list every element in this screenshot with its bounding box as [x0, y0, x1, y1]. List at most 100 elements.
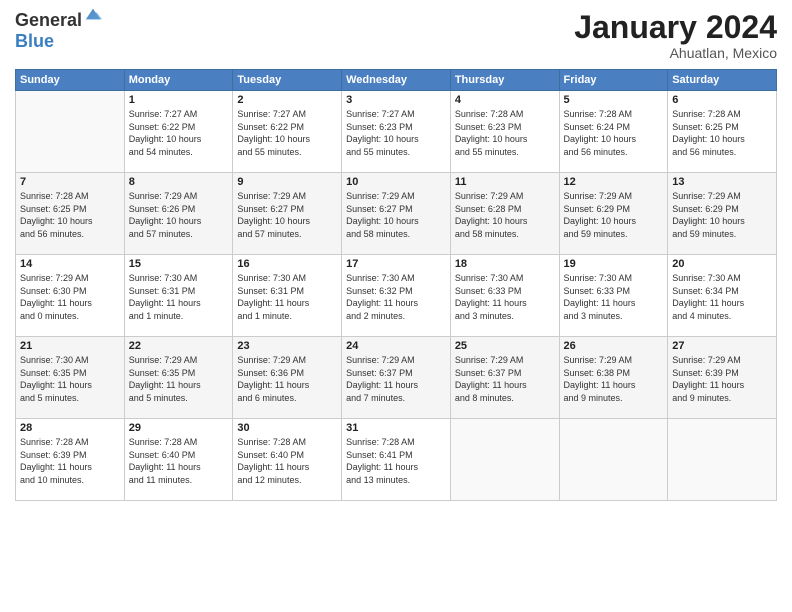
logo-icon [84, 5, 102, 23]
table-row: 15 Sunrise: 7:30 AM Sunset: 6:31 PM Dayli… [124, 255, 233, 337]
table-row: 22 Sunrise: 7:29 AM Sunset: 6:35 PM Dayli… [124, 337, 233, 419]
logo: General Blue [15, 10, 102, 52]
day-info: Sunrise: 7:29 AM Sunset: 6:27 PM Dayligh… [346, 190, 446, 240]
table-row: 20 Sunrise: 7:30 AM Sunset: 6:34 PM Dayli… [668, 255, 777, 337]
day-info: Sunrise: 7:30 AM Sunset: 6:33 PM Dayligh… [455, 272, 555, 322]
day-info: Sunrise: 7:28 AM Sunset: 6:39 PM Dayligh… [20, 436, 120, 486]
subtitle: Ahuatlan, Mexico [574, 45, 777, 61]
table-row: 4Sunrise: 7:28 AM Sunset: 6:23 PM Daylig… [450, 91, 559, 173]
day-info: Sunrise: 7:30 AM Sunset: 6:34 PM Dayligh… [672, 272, 772, 322]
table-row: 8 Sunrise: 7:29 AM Sunset: 6:26 PM Daylig… [124, 173, 233, 255]
table-row: 7Sunrise: 7:28 AM Sunset: 6:25 PM Daylig… [16, 173, 125, 255]
day-number: 13 [672, 176, 772, 188]
day-number: 18 [455, 258, 555, 270]
day-info: Sunrise: 7:30 AM Sunset: 6:33 PM Dayligh… [564, 272, 664, 322]
col-tuesday: Tuesday [233, 70, 342, 91]
table-row: 25Sunrise: 7:29 AM Sunset: 6:37 PM Dayli… [450, 337, 559, 419]
table-row: 11 Sunrise: 7:29 AM Sunset: 6:28 PM Dayli… [450, 173, 559, 255]
calendar-week-row: 14 Sunrise: 7:29 AM Sunset: 6:30 PM Dayli… [16, 255, 777, 337]
table-row: 16 Sunrise: 7:30 AM Sunset: 6:31 PM Dayli… [233, 255, 342, 337]
table-row: 27 Sunrise: 7:29 AM Sunset: 6:39 PM Dayli… [668, 337, 777, 419]
day-info: Sunrise: 7:28 AM Sunset: 6:40 PM Dayligh… [129, 436, 229, 486]
day-info: Sunrise: 7:28 AM Sunset: 6:23 PM Dayligh… [455, 108, 555, 158]
day-info: Sunrise: 7:30 AM Sunset: 6:35 PM Dayligh… [20, 354, 120, 404]
day-number: 11 [455, 176, 555, 188]
day-number: 9 [237, 176, 337, 188]
calendar-week-row: 28 Sunrise: 7:28 AM Sunset: 6:39 PM Dayli… [16, 419, 777, 501]
day-number: 29 [129, 422, 229, 434]
day-info: Sunrise: 7:27 AM Sunset: 6:23 PM Dayligh… [346, 108, 446, 158]
day-number: 16 [237, 258, 337, 270]
table-row: 24Sunrise: 7:29 AM Sunset: 6:37 PM Dayli… [342, 337, 451, 419]
day-number: 17 [346, 258, 446, 270]
col-friday: Friday [559, 70, 668, 91]
table-row [16, 91, 125, 173]
day-info: Sunrise: 7:29 AM Sunset: 6:29 PM Dayligh… [672, 190, 772, 240]
table-row: 29 Sunrise: 7:28 AM Sunset: 6:40 PM Dayli… [124, 419, 233, 501]
header: General Blue January 2024 Ahuatlan, Mexi… [15, 10, 777, 61]
table-row: 21 Sunrise: 7:30 AM Sunset: 6:35 PM Dayli… [16, 337, 125, 419]
day-number: 19 [564, 258, 664, 270]
table-row [668, 419, 777, 501]
table-row: 13 Sunrise: 7:29 AM Sunset: 6:29 PM Dayli… [668, 173, 777, 255]
col-wednesday: Wednesday [342, 70, 451, 91]
logo-general-text: General [15, 10, 82, 31]
day-info: Sunrise: 7:27 AM Sunset: 6:22 PM Dayligh… [129, 108, 229, 158]
day-number: 25 [455, 340, 555, 352]
table-row: 9Sunrise: 7:29 AM Sunset: 6:27 PM Daylig… [233, 173, 342, 255]
day-number: 15 [129, 258, 229, 270]
day-info: Sunrise: 7:29 AM Sunset: 6:39 PM Dayligh… [672, 354, 772, 404]
day-number: 26 [564, 340, 664, 352]
day-number: 5 [564, 94, 664, 106]
table-row: 12Sunrise: 7:29 AM Sunset: 6:29 PM Dayli… [559, 173, 668, 255]
logo-blue-text: Blue [15, 31, 54, 52]
table-row: 14 Sunrise: 7:29 AM Sunset: 6:30 PM Dayli… [16, 255, 125, 337]
day-number: 24 [346, 340, 446, 352]
table-row: 30Sunrise: 7:28 AM Sunset: 6:40 PM Dayli… [233, 419, 342, 501]
table-row: 17 Sunrise: 7:30 AM Sunset: 6:32 PM Dayli… [342, 255, 451, 337]
day-number: 6 [672, 94, 772, 106]
table-row: 2Sunrise: 7:27 AM Sunset: 6:22 PM Daylig… [233, 91, 342, 173]
table-row: 1 Sunrise: 7:27 AM Sunset: 6:22 PM Daylig… [124, 91, 233, 173]
day-info: Sunrise: 7:28 AM Sunset: 6:25 PM Dayligh… [20, 190, 120, 240]
day-info: Sunrise: 7:29 AM Sunset: 6:38 PM Dayligh… [564, 354, 664, 404]
col-saturday: Saturday [668, 70, 777, 91]
day-info: Sunrise: 7:28 AM Sunset: 6:41 PM Dayligh… [346, 436, 446, 486]
day-number: 22 [129, 340, 229, 352]
day-info: Sunrise: 7:29 AM Sunset: 6:30 PM Dayligh… [20, 272, 120, 322]
day-number: 20 [672, 258, 772, 270]
day-info: Sunrise: 7:29 AM Sunset: 6:28 PM Dayligh… [455, 190, 555, 240]
table-row: 6Sunrise: 7:28 AM Sunset: 6:25 PM Daylig… [668, 91, 777, 173]
col-sunday: Sunday [16, 70, 125, 91]
day-info: Sunrise: 7:29 AM Sunset: 6:35 PM Dayligh… [129, 354, 229, 404]
day-number: 23 [237, 340, 337, 352]
day-info: Sunrise: 7:29 AM Sunset: 6:26 PM Dayligh… [129, 190, 229, 240]
day-number: 21 [20, 340, 120, 352]
day-number: 27 [672, 340, 772, 352]
day-number: 3 [346, 94, 446, 106]
day-number: 12 [564, 176, 664, 188]
table-row [450, 419, 559, 501]
day-info: Sunrise: 7:30 AM Sunset: 6:32 PM Dayligh… [346, 272, 446, 322]
day-info: Sunrise: 7:28 AM Sunset: 6:24 PM Dayligh… [564, 108, 664, 158]
day-info: Sunrise: 7:29 AM Sunset: 6:36 PM Dayligh… [237, 354, 337, 404]
table-row: 10 Sunrise: 7:29 AM Sunset: 6:27 PM Dayli… [342, 173, 451, 255]
month-title: January 2024 [574, 10, 777, 45]
day-number: 8 [129, 176, 229, 188]
day-number: 14 [20, 258, 120, 270]
table-row [559, 419, 668, 501]
table-row: 28 Sunrise: 7:28 AM Sunset: 6:39 PM Dayli… [16, 419, 125, 501]
table-row: 23 Sunrise: 7:29 AM Sunset: 6:36 PM Dayli… [233, 337, 342, 419]
day-number: 10 [346, 176, 446, 188]
day-info: Sunrise: 7:30 AM Sunset: 6:31 PM Dayligh… [237, 272, 337, 322]
calendar: Sunday Monday Tuesday Wednesday Thursday… [15, 69, 777, 501]
table-row: 5 Sunrise: 7:28 AM Sunset: 6:24 PM Daylig… [559, 91, 668, 173]
day-number: 1 [129, 94, 229, 106]
col-monday: Monday [124, 70, 233, 91]
day-number: 31 [346, 422, 446, 434]
table-row: 31 Sunrise: 7:28 AM Sunset: 6:41 PM Dayli… [342, 419, 451, 501]
day-info: Sunrise: 7:27 AM Sunset: 6:22 PM Dayligh… [237, 108, 337, 158]
day-number: 28 [20, 422, 120, 434]
day-info: Sunrise: 7:30 AM Sunset: 6:31 PM Dayligh… [129, 272, 229, 322]
title-block: January 2024 Ahuatlan, Mexico [574, 10, 777, 61]
